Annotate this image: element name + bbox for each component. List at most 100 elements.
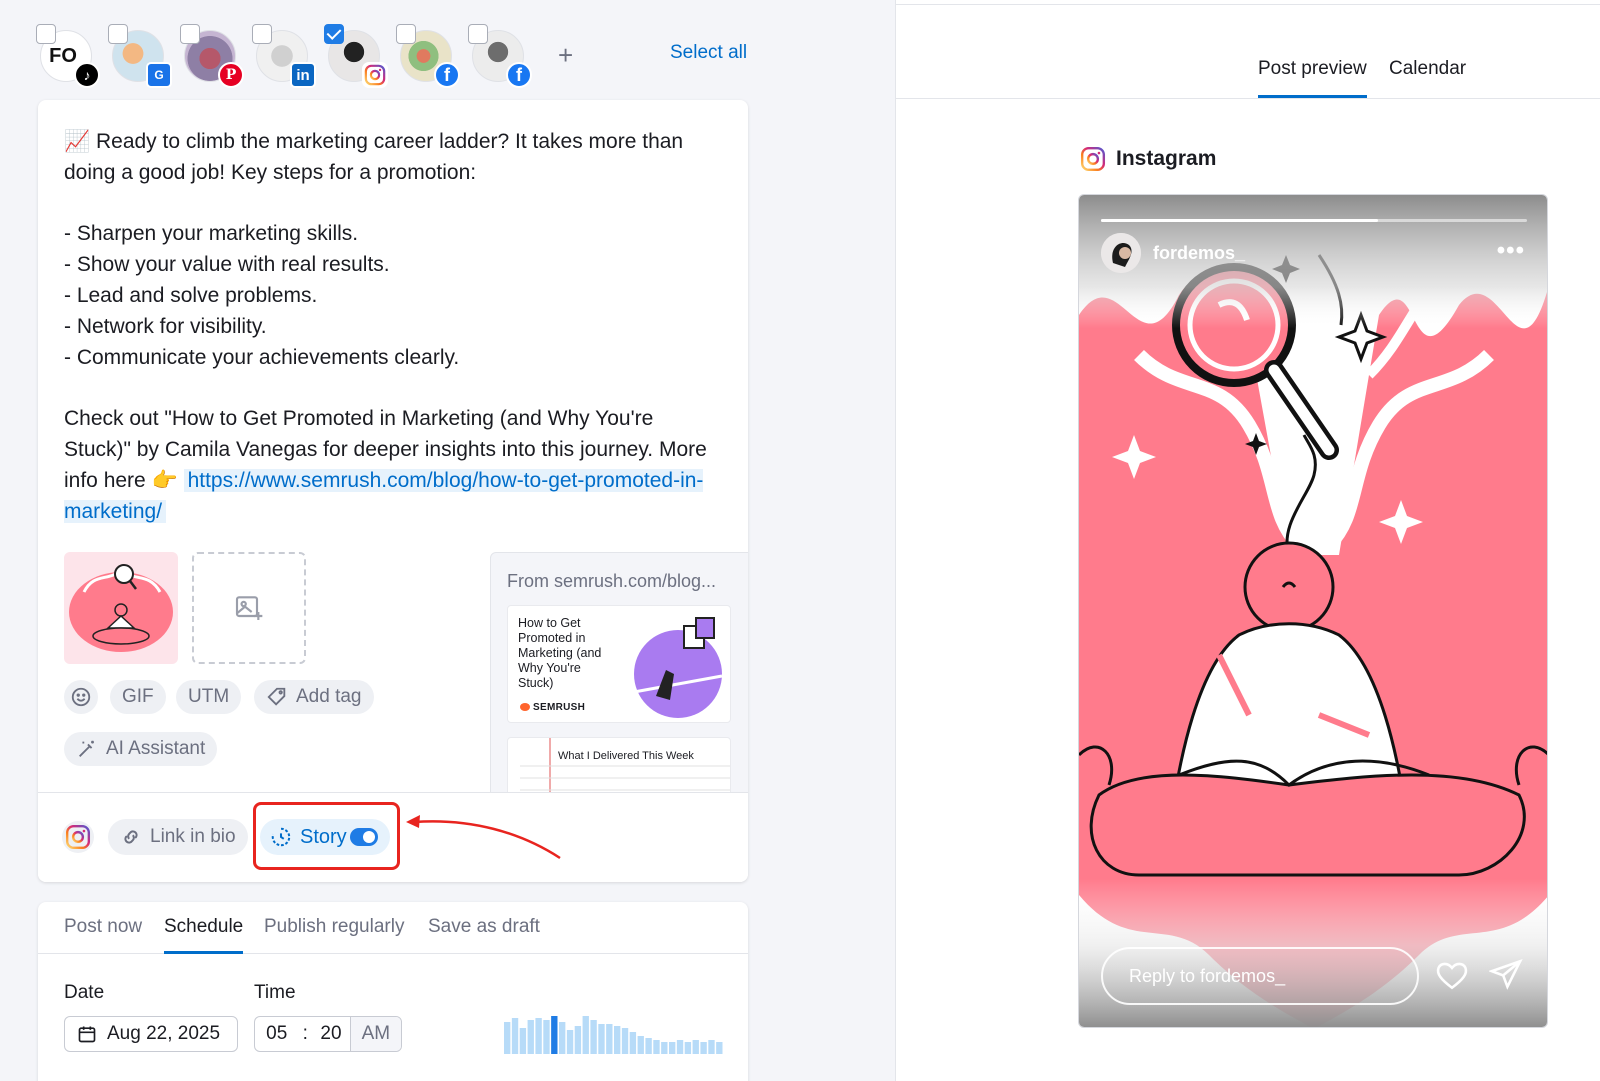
ai-assistant-button[interactable]: AI Assistant	[64, 732, 218, 766]
tab-post-now[interactable]: Post now	[64, 916, 142, 954]
profile-instagram[interactable]	[324, 24, 388, 88]
profile-checkbox[interactable]	[36, 24, 56, 44]
profile-facebook[interactable]: f	[468, 24, 532, 88]
activity-bar	[566, 1030, 574, 1054]
tiktok-icon: ♪	[74, 62, 100, 88]
utm-label: UTM	[188, 686, 230, 707]
activity-bar	[519, 1028, 527, 1054]
instagram-icon	[362, 62, 388, 88]
tab-save-as-draft[interactable]: Save as draft	[428, 916, 540, 954]
utm-button[interactable]: UTM	[176, 680, 242, 714]
tab-post-preview[interactable]: Post preview	[1258, 58, 1367, 98]
post-bullet: - Network for visibility.	[64, 315, 267, 338]
preview-network-name: Instagram	[1116, 147, 1217, 170]
profile-checkbox[interactable]	[396, 24, 416, 44]
profile-tiktok[interactable]: FO ♪	[36, 24, 100, 88]
link-in-bio-label: Link in bio	[150, 826, 236, 847]
ampm-toggle[interactable]: AM	[349, 1017, 401, 1051]
article-illustration	[633, 617, 723, 718]
link-preview-card-title: How to Get Promoted in Marketing (and Wh…	[518, 616, 602, 690]
activity-bar	[504, 1022, 511, 1054]
profile-checkbox[interactable]	[468, 24, 488, 44]
instagram-icon	[62, 821, 94, 853]
activity-bar	[511, 1018, 519, 1054]
profile-linkedin[interactable]: in	[252, 24, 316, 88]
activity-bar	[629, 1032, 637, 1054]
activity-bar	[661, 1042, 668, 1054]
time-picker[interactable]: 05 : 20 AM	[254, 1016, 402, 1052]
post-text-editor[interactable]: 📈 Ready to climb the marketing career la…	[64, 126, 714, 527]
more-options-icon[interactable]: •••	[1497, 237, 1525, 265]
link-preview-card-title: What I Delivered This Week	[558, 750, 694, 762]
emoji-button[interactable]	[64, 680, 98, 714]
post-bullet: - Communicate your achievements clearly.	[64, 346, 460, 369]
activity-bar	[535, 1018, 542, 1054]
date-label: Date	[64, 982, 105, 1003]
calendar-icon	[78, 1026, 96, 1043]
activity-bar	[606, 1024, 613, 1054]
activity-bar	[645, 1038, 652, 1054]
divider	[896, 4, 1600, 5]
add-tag-label: Add tag	[296, 686, 362, 707]
tab-calendar[interactable]: Calendar	[1389, 58, 1466, 98]
story-progress-fill	[1101, 219, 1378, 222]
activity-bar	[543, 1020, 550, 1054]
time-separator: :	[302, 1023, 308, 1044]
activity-bar	[669, 1042, 676, 1054]
profile-checkbox-checked[interactable]	[324, 24, 344, 44]
tabs-divider	[896, 98, 1600, 99]
select-all-link[interactable]: Select all	[670, 42, 747, 64]
heart-icon[interactable]	[1435, 959, 1469, 991]
activity-bar	[716, 1042, 723, 1054]
tab-publish-regularly[interactable]: Publish regularly	[264, 916, 404, 954]
publish-options-card: Post now Schedule Publish regularly Save…	[38, 902, 748, 1081]
activity-bar	[637, 1036, 644, 1054]
activity-bar	[582, 1016, 589, 1054]
add-tag-button[interactable]: Add tag	[254, 680, 374, 714]
profile-google-business[interactable]: G	[108, 24, 172, 88]
magic-wand-icon	[79, 740, 94, 757]
date-picker[interactable]: Aug 22, 2025	[64, 1016, 238, 1052]
gif-button[interactable]: GIF	[110, 680, 166, 714]
story-progress-bar	[1101, 219, 1527, 222]
publish-tabs: Post now Schedule Publish regularly Save…	[38, 902, 748, 954]
add-profile-button[interactable]: +	[558, 40, 573, 71]
instagram-icon	[1080, 146, 1106, 172]
activity-bar	[684, 1042, 692, 1054]
link-preview-panel: From semrush.com/blog... How to Get Prom…	[490, 552, 748, 802]
activity-bar	[559, 1022, 566, 1054]
pinterest-icon: P	[218, 62, 244, 88]
post-editor: 📈 Ready to climb the marketing career la…	[38, 100, 748, 882]
minute-field[interactable]: 20	[312, 1023, 349, 1045]
add-media-button[interactable]	[192, 552, 306, 664]
story-username: fordemos_	[1153, 242, 1246, 263]
profile-facebook[interactable]: f	[396, 24, 460, 88]
profile-pinterest[interactable]: P	[180, 24, 244, 88]
composer-panel: FO ♪ G P in f f + Select all 📈 Ready to …	[0, 0, 896, 1081]
semrush-logo: SEMRUSH	[520, 702, 585, 713]
send-icon[interactable]	[1489, 957, 1523, 991]
link-preview-card[interactable]: How to Get Promoted in Marketing (and Wh…	[507, 605, 731, 723]
tab-schedule[interactable]: Schedule	[164, 916, 244, 954]
activity-bar-selected	[551, 1016, 558, 1054]
media-thumbnail[interactable]	[64, 552, 178, 664]
profile-checkbox[interactable]	[252, 24, 272, 44]
profile-checkbox[interactable]	[108, 24, 128, 44]
activity-bar	[527, 1020, 534, 1054]
ai-assistant-label: AI Assistant	[106, 738, 206, 759]
link-in-bio-button[interactable]: Link in bio	[108, 819, 248, 855]
profile-checkbox[interactable]	[180, 24, 200, 44]
activity-bar	[614, 1026, 621, 1054]
activity-bar	[653, 1040, 660, 1054]
gif-label: GIF	[122, 686, 154, 707]
hour-field[interactable]: 05	[255, 1023, 298, 1045]
avatar	[1101, 233, 1141, 273]
annotation-highlight	[253, 802, 400, 870]
time-label: Time	[254, 982, 296, 1003]
activity-bar	[700, 1042, 707, 1054]
google-business-icon: G	[146, 62, 172, 88]
link-preview-title: From semrush.com/blog...	[507, 571, 717, 591]
post-bullet: - Lead and solve problems.	[64, 284, 318, 307]
story-reply-input[interactable]: Reply to fordemos_	[1101, 947, 1419, 1005]
tag-icon	[267, 687, 286, 706]
